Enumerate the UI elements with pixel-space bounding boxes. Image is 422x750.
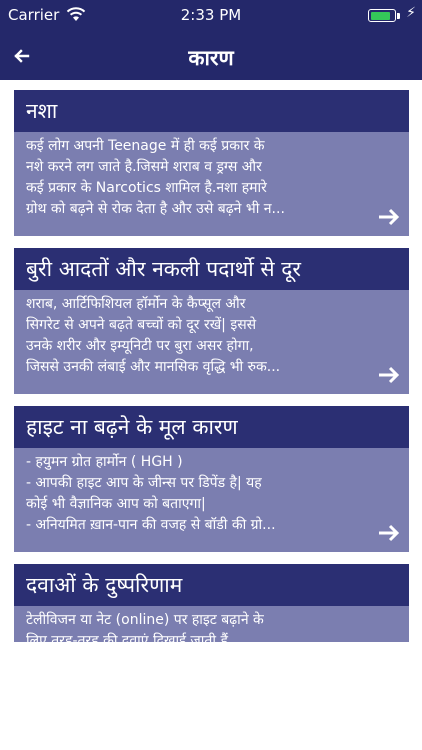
battery-icon <box>368 9 396 22</box>
card-text-line: कई प्रकार के Narcotics शामिल है.नशा हमार… <box>26 180 267 196</box>
card-text-line: - हयुमन ग्रोत हार्मोन ( HGH ) <box>26 454 183 470</box>
card-root-causes[interactable]: हाइट ना बढ़ने के मूल कारण - हयुमन ग्रोत … <box>14 406 409 552</box>
battery-level <box>370 11 391 20</box>
status-bar: Carrier 2:33 PM ⚡ <box>0 0 422 30</box>
card-text-line: शराब, आर्टिफिशियल हॉर्मोन के कैप्सूल और <box>26 296 246 312</box>
card-text-line: टेलीविजन या नेट (online) पर हाइट बढ़ाने … <box>26 612 264 628</box>
card-bad-habits[interactable]: बुरी आदतों और नकली पदार्थो से दूर शराब, … <box>14 248 409 394</box>
charging-icon: ⚡ <box>406 5 416 21</box>
page-title: कारण <box>188 46 234 70</box>
card-text-line: लिए तरह-तरह की दवाएं दिखाई जाती हैं... <box>26 633 242 642</box>
arrow-right-icon[interactable] <box>377 208 401 226</box>
card-excerpt: शराब, आर्टिफिशियल हॉर्मोन के कैप्सूल और … <box>14 290 409 378</box>
card-title: दवाओं के दुष्परिणाम <box>14 564 409 606</box>
clock: 2:33 PM <box>180 6 242 24</box>
arrow-right-icon[interactable] <box>377 524 401 542</box>
card-title: हाइट ना बढ़ने के मूल कारण <box>14 406 409 448</box>
card-title: बुरी आदतों और नकली पदार्थो से दूर <box>14 248 409 290</box>
card-excerpt: - हयुमन ग्रोत हार्मोन ( HGH ) - आपकी हाइ… <box>14 448 409 536</box>
card-excerpt: टेलीविजन या नेट (online) पर हाइट बढ़ाने … <box>14 606 409 642</box>
nav-bar: कारण <box>0 34 422 80</box>
card-text-line: सिगरेट से अपने बढ़ते बच्चों को दूर रखें|… <box>26 317 257 333</box>
card-excerpt: कई लोग अपनी Teenage में ही कई प्रकार के … <box>14 132 409 220</box>
card-text-line: ग्रोथ को बढ़ने से रोक देता है और उसे बढ़… <box>26 201 285 217</box>
card-side-effects[interactable]: दवाओं के दुष्परिणाम टेलीविजन या नेट (onl… <box>14 564 409 642</box>
card-text-line: - आपकी हाइट आप के जीन्स पर डिपेंड है| यह <box>26 475 262 491</box>
reasons-list[interactable]: नशा कई लोग अपनी Teenage में ही कई प्रकार… <box>0 80 422 642</box>
card-text-line: जिससे उनकी लंबाई और मानसिक वृद्धि भी रुक… <box>26 359 281 375</box>
card-text-line: - अनियमित ख़ान-पान की वजह से बॉडी की ग्र… <box>26 517 276 533</box>
card-nasha[interactable]: नशा कई लोग अपनी Teenage में ही कई प्रकार… <box>14 90 409 236</box>
arrow-right-icon[interactable] <box>377 366 401 384</box>
card-text-line: उनके शरीर और इम्यूनिटी पर बुरा असर होगा, <box>26 338 254 354</box>
card-text-line: कई लोग अपनी Teenage में ही कई प्रकार के <box>26 138 265 154</box>
card-text-line: कोई भी वैज्ञानिक आप को बताएगा| <box>26 496 206 512</box>
card-title: नशा <box>14 90 409 132</box>
card-text-line: नशे करने लग जाते है.जिसमे शराब व ड्रग्स … <box>26 159 262 175</box>
top-bar: Carrier 2:33 PM ⚡ कारण <box>0 0 422 80</box>
battery-cap <box>397 13 400 19</box>
